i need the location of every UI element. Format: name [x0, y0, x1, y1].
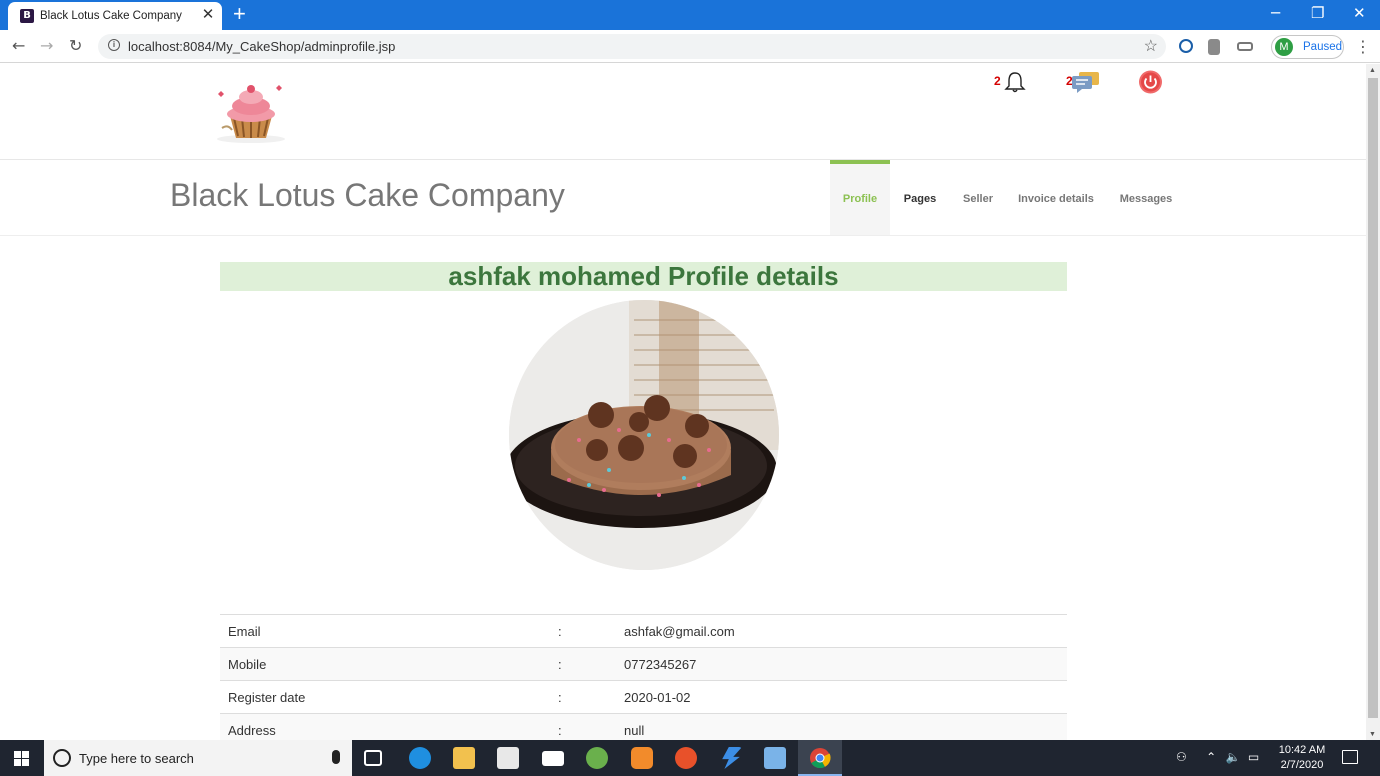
microsoft-store-icon[interactable] — [497, 747, 519, 769]
scrollbar-thumb[interactable] — [1368, 78, 1378, 718]
browser-menu-icon[interactable]: ⋮ — [1355, 37, 1371, 56]
cupcake-logo-icon — [217, 85, 285, 143]
task-view-icon[interactable] — [364, 750, 382, 766]
table-row: Address : null — [220, 713, 1067, 740]
scroll-down-arrow-icon[interactable]: ▼ — [1369, 731, 1376, 738]
edge-browser-icon[interactable] — [409, 747, 431, 769]
email-label: Email — [228, 623, 261, 639]
browser-tab[interactable]: B Black Lotus Cake Company ✕ — [8, 2, 222, 30]
profile-photo — [509, 300, 779, 570]
back-arrow-icon[interactable]: ← — [12, 36, 25, 55]
top-header: 2 2 — [0, 64, 1366, 160]
table-row: Mobile : 0772345267 — [220, 647, 1067, 681]
page-scrollbar[interactable]: ▲ ▼ — [1366, 64, 1380, 740]
nav-profile[interactable]: Profile — [830, 160, 890, 235]
bootstrap-favicon-icon: B — [20, 9, 34, 23]
site-info-icon[interactable]: i — [108, 39, 120, 51]
browser-tab-strip: B Black Lotus Cake Company ✕ + ─ ❐ ✕ — [0, 0, 1380, 30]
field-separator: : — [558, 722, 562, 738]
register-date-label: Register date — [228, 689, 306, 705]
table-row: Email : ashfak@gmail.com — [220, 614, 1067, 648]
people-icon[interactable]: ⚇ — [1176, 750, 1187, 764]
mobile-value: 0772345267 — [624, 656, 697, 672]
profile-heading: ashfak mohamed Profile details — [220, 262, 1067, 291]
address-bar[interactable]: i localhost:8084/My_CakeShop/adminprofil… — [98, 34, 1166, 59]
site-brand[interactable]: Black Lotus Cake Company — [170, 177, 565, 214]
clock-date: 2/7/2020 — [1280, 759, 1324, 771]
extension-bug-icon[interactable] — [1208, 39, 1220, 55]
forward-arrow-icon[interactable]: → — [40, 36, 53, 55]
cake-photo-icon — [509, 300, 779, 570]
power-icon — [1139, 70, 1162, 94]
file-explorer-icon[interactable] — [453, 747, 475, 769]
windows-taskbar: Type here to search ⚇ ⌃ 🔈 ▭ 10:42 AM 2/7… — [0, 740, 1380, 776]
action-center-icon[interactable] — [1342, 750, 1358, 764]
nav-pages[interactable]: Pages — [896, 160, 944, 235]
field-separator: : — [558, 623, 562, 639]
field-separator: : — [558, 656, 562, 672]
nav-messages[interactable]: Messages — [1112, 160, 1180, 235]
url-text[interactable]: localhost:8084/My_CakeShop/adminprofile.… — [128, 39, 395, 54]
system-tray: ⚇ ⌃ 🔈 ▭ — [1176, 750, 1259, 764]
email-value: ashfak@gmail.com — [624, 623, 735, 639]
bookmark-star-icon[interactable]: ☆ — [1144, 36, 1158, 56]
chrome-icon — [810, 748, 831, 769]
taskbar-search-box[interactable]: Type here to search — [44, 740, 352, 776]
logout-button[interactable] — [1137, 70, 1164, 99]
register-date-value: 2020-01-02 — [624, 689, 691, 705]
bolt-app-icon[interactable] — [722, 747, 742, 769]
reload-icon[interactable]: ↻ — [69, 36, 82, 55]
profile-details-table: Email : ashfak@gmail.com Mobile : 077234… — [220, 614, 1067, 740]
scroll-up-arrow-icon[interactable]: ▲ — [1369, 67, 1376, 74]
minimize-window-button[interactable]: ─ — [1271, 4, 1280, 22]
field-separator: : — [558, 689, 562, 705]
start-button[interactable] — [0, 740, 44, 776]
mobile-label: Mobile — [228, 656, 267, 672]
notification-count: 2 — [994, 74, 1001, 88]
new-tab-button[interactable]: + — [233, 3, 246, 25]
nav-seller[interactable]: Seller — [956, 160, 1000, 235]
main-navbar: Black Lotus Cake Company Profile Pages S… — [0, 160, 1366, 236]
restore-window-button[interactable]: ❐ — [1311, 4, 1324, 22]
search-placeholder: Type here to search — [79, 751, 194, 766]
tab-close-icon[interactable]: ✕ — [200, 7, 216, 23]
microphone-icon[interactable] — [332, 750, 340, 764]
android-studio-icon[interactable] — [586, 747, 608, 769]
clock-time: 10:42 AM — [1278, 744, 1326, 756]
paused-label: Paused — [1303, 41, 1343, 53]
address-value: null — [624, 722, 645, 738]
cortana-icon — [53, 749, 71, 767]
chat-bubbles-icon — [1072, 72, 1099, 93]
close-window-button[interactable]: ✕ — [1353, 4, 1366, 22]
profile-paused-button[interactable]: M Paused — [1271, 35, 1344, 59]
browser-toolbar: ← → ↻ i localhost:8084/My_CakeShop/admin… — [0, 30, 1380, 63]
mail-icon[interactable] — [542, 751, 564, 766]
profile-content: ashfak mohamed Profile details Email: a… — [220, 262, 1067, 740]
taskbar-clock[interactable]: 10:42 AM 2/7/2020 — [1278, 743, 1326, 773]
battery-icon[interactable]: ▭ — [1248, 750, 1259, 764]
virtualbox-icon[interactable] — [764, 747, 786, 769]
nav-invoice-details[interactable]: Invoice details — [1012, 160, 1100, 235]
address-label: Address — [228, 722, 276, 738]
extension-gear-icon[interactable] — [1179, 39, 1193, 53]
table-row: Register date : 2020-01-02 — [220, 680, 1067, 714]
chrome-taskbar-button[interactable] — [798, 740, 842, 776]
show-hidden-icons-icon[interactable]: ⌃ — [1206, 750, 1216, 764]
sublime-app-icon[interactable] — [631, 747, 653, 769]
page-viewport: 2 2 Black Lotus Cake Company Profile Pag… — [0, 64, 1366, 740]
tab-title: Black Lotus Cake Company — [40, 10, 182, 22]
volume-icon[interactable]: 🔈 — [1226, 750, 1241, 764]
extension-link-icon[interactable] — [1237, 42, 1253, 51]
avatar: M — [1275, 38, 1293, 56]
bell-icon — [1004, 72, 1026, 93]
windows-logo-icon — [14, 751, 29, 766]
firefox-icon[interactable] — [675, 747, 697, 769]
